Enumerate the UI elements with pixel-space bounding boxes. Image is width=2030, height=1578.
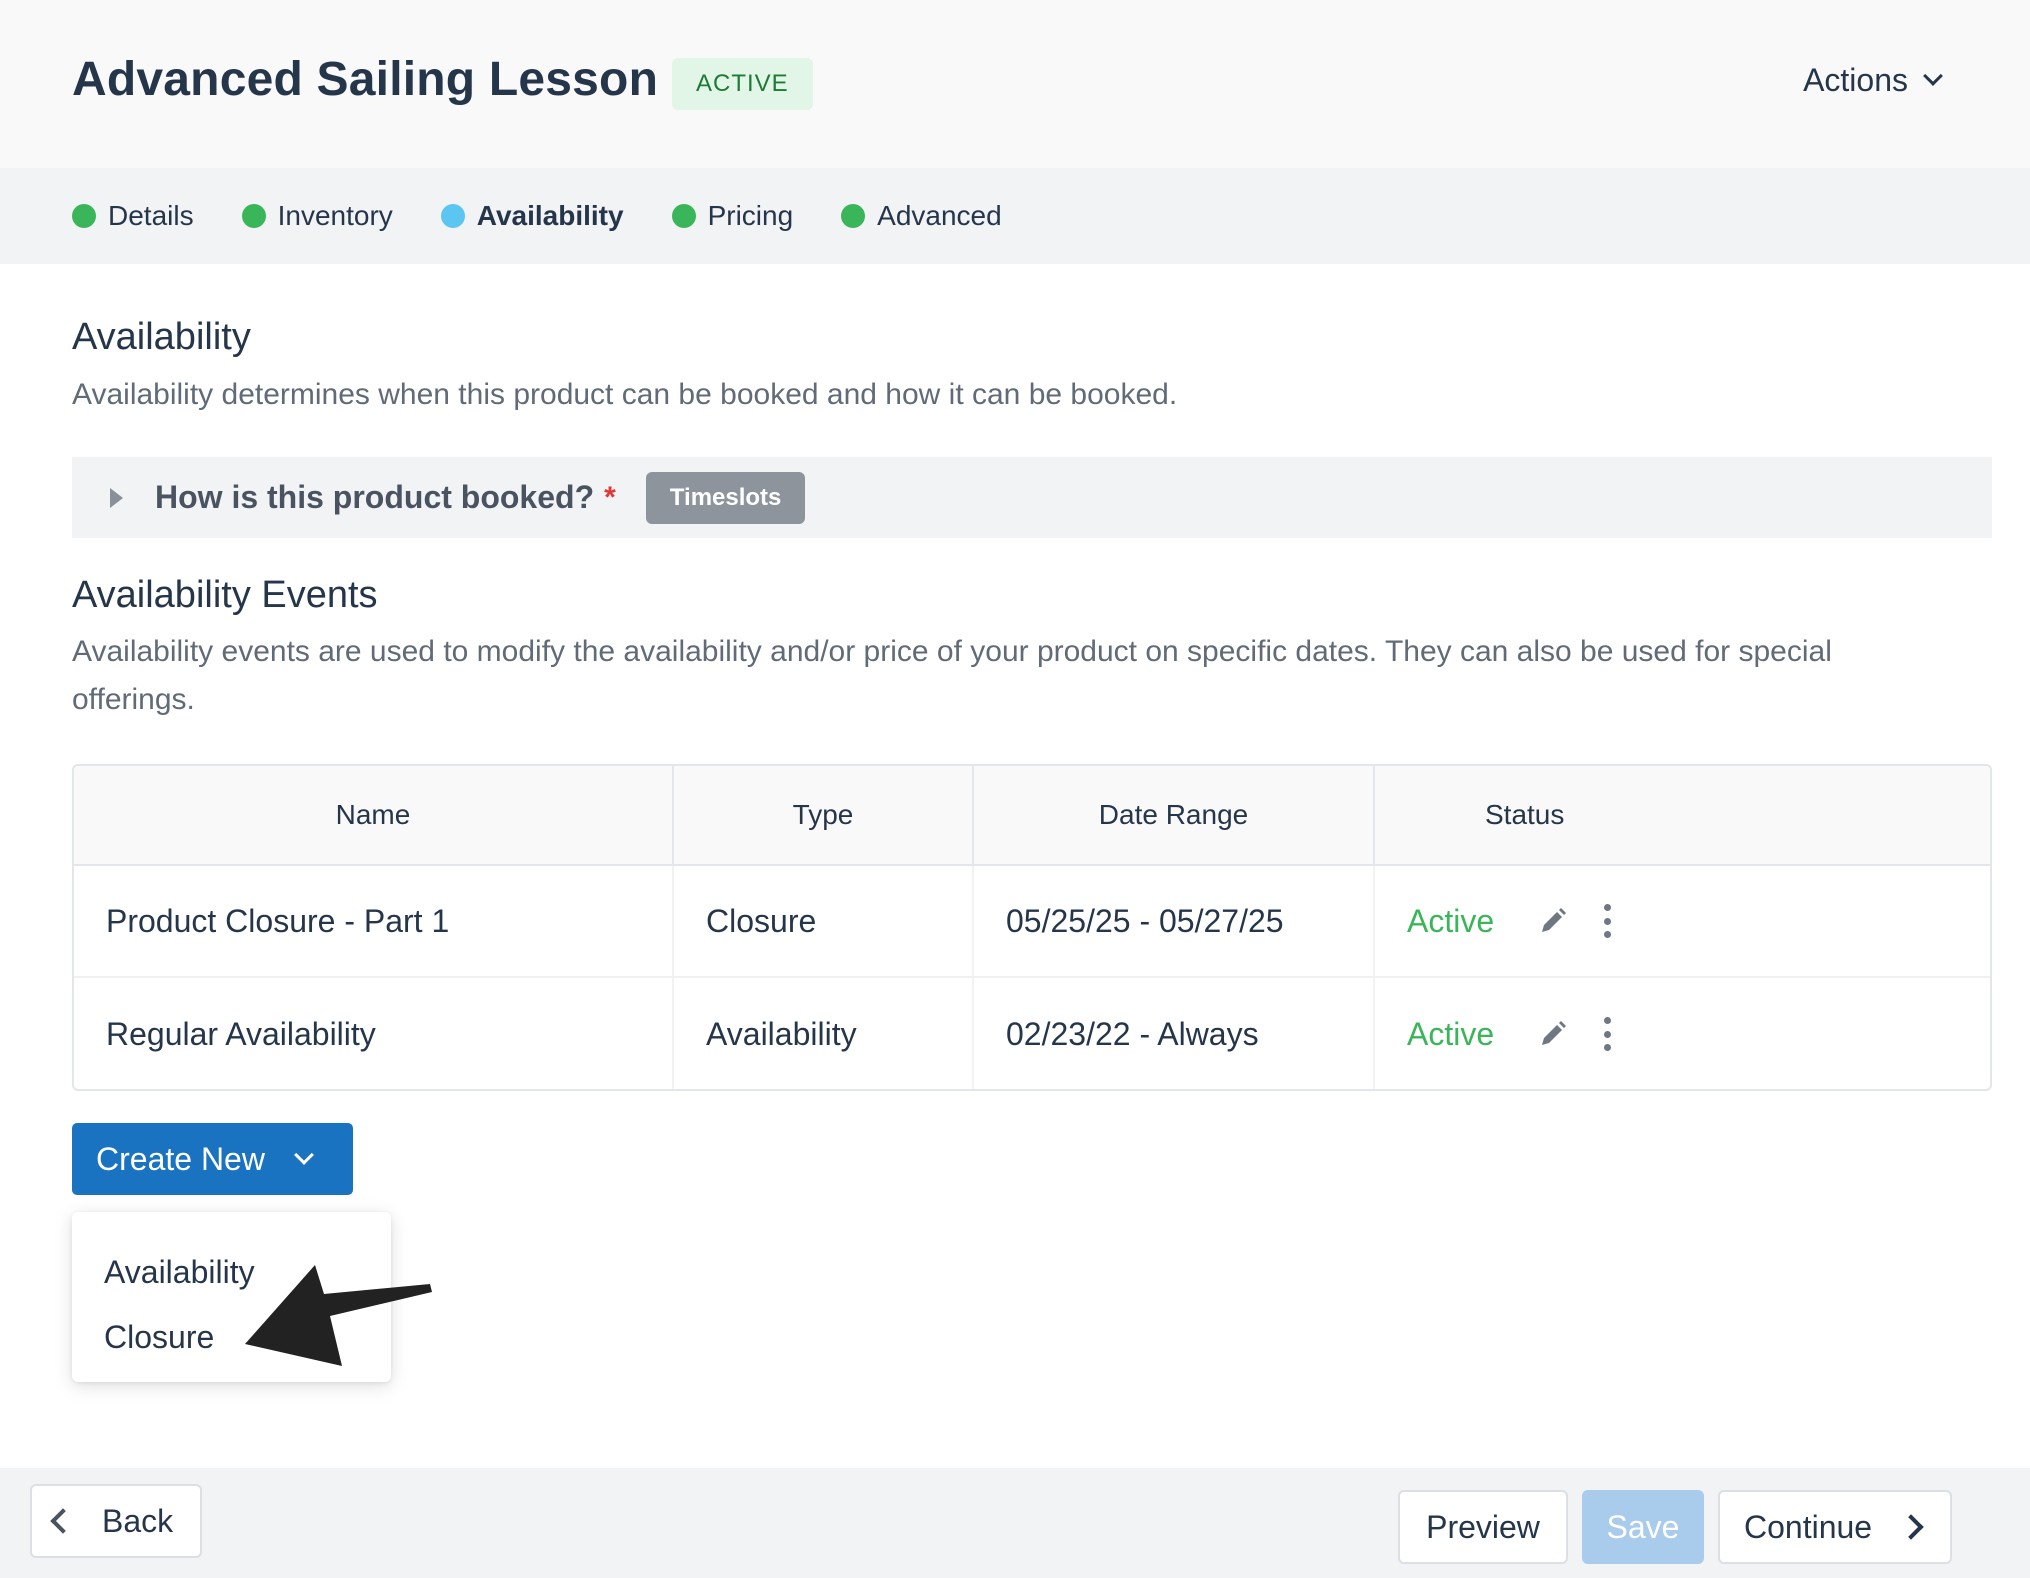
event-status-cell: Active [1375, 978, 1990, 1089]
tab-label: Inventory [277, 200, 393, 231]
tab-pricing[interactable]: Pricing [671, 200, 794, 232]
pencil-icon[interactable] [1538, 1019, 1568, 1049]
event-name: Product Closure - Part 1 [74, 866, 674, 976]
save-button[interactable]: Save [1582, 1490, 1704, 1564]
back-button[interactable]: Back [30, 1484, 202, 1558]
event-type: Availability [674, 978, 974, 1089]
menu-item-availability[interactable]: Availability [104, 1254, 255, 1291]
footer-bar: Back Preview Save Continue [0, 1468, 2030, 1578]
create-new-menu: Availability Closure [72, 1212, 391, 1382]
event-date-range: 05/25/25 - 05/27/25 [974, 866, 1375, 976]
required-asterisk: * [604, 480, 616, 514]
event-type: Closure [674, 866, 974, 976]
create-new-label: Create New [96, 1140, 265, 1177]
page-header: Advanced Sailing Lesson ACTIVE Actions [0, 0, 2030, 168]
back-label: Back [102, 1502, 174, 1539]
preview-button[interactable]: Preview [1398, 1490, 1568, 1564]
booking-type-badge: Timeslots [645, 471, 806, 524]
availability-description: Availability determines when this produc… [72, 378, 1178, 411]
actions-label: Actions [1803, 62, 1908, 98]
menu-item-closure[interactable]: Closure [104, 1319, 214, 1356]
tab-label: Advanced [877, 200, 1002, 231]
step-tabs: Details Inventory Availability Pricing A… [0, 168, 2030, 264]
complete-dot-icon [671, 204, 696, 228]
event-status-cell: Active [1375, 866, 1990, 976]
complete-dot-icon [841, 204, 866, 228]
continue-button[interactable]: Continue [1718, 1490, 1952, 1564]
events-heading: Availability Events [72, 574, 378, 616]
events-table: Name Type Date Range Status Product Clos… [72, 764, 1992, 1091]
column-header-status: Status [1485, 799, 1565, 830]
event-status: Active [1407, 902, 1495, 939]
chevron-down-icon [294, 1145, 314, 1165]
tab-label: Pricing [707, 200, 794, 231]
status-badge: ACTIVE [672, 58, 813, 110]
tab-inventory[interactable]: Inventory [241, 200, 393, 232]
page-title: Advanced Sailing Lesson [72, 53, 659, 106]
pencil-icon[interactable] [1538, 906, 1568, 936]
events-description: Availability events are used to modify t… [72, 635, 1832, 716]
continue-label: Continue [1744, 1508, 1873, 1545]
column-header-date-range: Date Range [974, 766, 1375, 864]
column-header-type: Type [674, 766, 974, 864]
kebab-menu-icon[interactable] [1602, 1017, 1612, 1051]
table-row[interactable]: Regular Availability Availability 02/23/… [74, 978, 1990, 1089]
tab-label: Availability [476, 200, 624, 231]
event-status: Active [1407, 1015, 1495, 1052]
table-header: Name Type Date Range Status [74, 766, 1990, 866]
actions-dropdown[interactable]: Actions [1803, 62, 1943, 99]
table-row[interactable]: Product Closure - Part 1 Closure 05/25/2… [74, 866, 1990, 978]
event-name: Regular Availability [74, 978, 674, 1089]
column-header-name: Name [74, 766, 674, 864]
chevron-down-icon [1923, 65, 1943, 86]
complete-dot-icon [241, 204, 266, 228]
create-new-button[interactable]: Create New [72, 1123, 353, 1195]
tab-advanced[interactable]: Advanced [841, 200, 1002, 232]
save-label: Save [1606, 1508, 1680, 1545]
kebab-menu-icon[interactable] [1602, 904, 1612, 938]
preview-label: Preview [1426, 1508, 1540, 1545]
complete-dot-icon [72, 204, 96, 228]
availability-heading: Availability [72, 316, 251, 358]
current-dot-icon [440, 204, 465, 228]
tab-label: Details [108, 200, 194, 231]
tab-details[interactable]: Details [72, 200, 194, 232]
chevron-left-icon [50, 1508, 76, 1534]
tab-availability[interactable]: Availability [440, 200, 624, 232]
chevron-right-icon [1898, 1514, 1924, 1540]
event-date-range: 02/23/22 - Always [974, 978, 1375, 1089]
booking-question: How is this product booked? [155, 479, 595, 515]
caret-right-icon[interactable] [110, 487, 123, 508]
booking-method-panel[interactable]: How is this product booked? * Timeslots [72, 457, 1992, 538]
